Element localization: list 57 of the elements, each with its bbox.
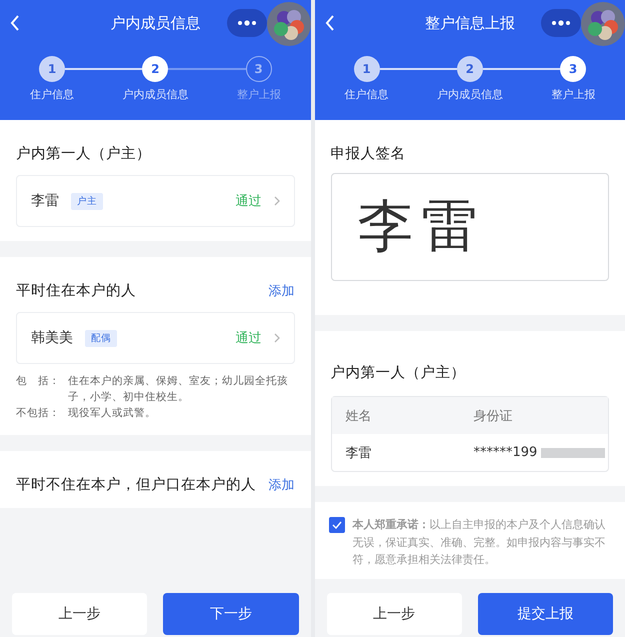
note-text: 住在本户的亲属、保姆、室友；幼儿园全托孩子，小学、初中住校生。	[68, 374, 289, 405]
note-label: 不包括：	[16, 406, 61, 420]
step-number: 3	[560, 56, 586, 82]
app-icon[interactable]	[266, 2, 310, 46]
status-text: 通过	[236, 193, 262, 210]
step-label: 整户上报	[236, 87, 281, 102]
table-cell-text: 李雷	[346, 444, 372, 462]
step-label: 户内成员信息	[122, 87, 188, 102]
step-label: 户内成员信息	[436, 87, 503, 102]
member-card[interactable]: 李雷 户主 通过	[16, 175, 294, 227]
next-button[interactable]: 提交上报	[478, 593, 613, 635]
check-icon	[332, 521, 342, 529]
member-name: 韩美美	[31, 329, 73, 347]
back-button[interactable]: 上一步	[326, 593, 462, 635]
step-number: 3	[246, 56, 272, 82]
more-button[interactable]	[226, 9, 266, 37]
step-label: 住户信息	[30, 87, 74, 102]
section-title: 户内第一人（户主）	[16, 144, 151, 163]
table-cell: ******199	[474, 445, 538, 460]
consent-text: 本人郑重承诺：以上自主申报的本户及个人信息确认无误，保证真实、准确、完整。如申报内容与事实不符，愿意承担相关法律责任。	[352, 517, 606, 568]
section-title: 户内第一人（户主）	[330, 364, 466, 382]
note-label: 包 括：	[16, 374, 61, 389]
step-number: 2	[142, 56, 168, 82]
back-icon[interactable]	[10, 15, 20, 31]
member-name: 李雷	[31, 192, 59, 210]
step-label: 住户信息	[344, 87, 388, 102]
app-icon[interactable]	[581, 2, 625, 46]
role-tag: 户主	[71, 192, 103, 210]
column-header: 身份证	[474, 408, 514, 424]
section-title: 申报人签名	[330, 145, 406, 163]
page-title: 整户信息上报	[424, 14, 515, 32]
back-button[interactable]: 上一步	[12, 593, 148, 635]
add-link[interactable]: 添加	[268, 476, 294, 494]
more-button[interactable]	[541, 9, 581, 37]
checkbox[interactable]	[328, 517, 344, 533]
note-text: 现役军人或武警。	[68, 406, 156, 420]
step-label: 整户上报	[551, 87, 596, 102]
redaction-bar	[541, 448, 606, 458]
chevron-icon	[274, 196, 280, 206]
column-header: 姓名	[346, 408, 372, 424]
back-icon[interactable]	[324, 15, 334, 31]
status-text: 通过	[236, 330, 262, 347]
member-card[interactable]: 韩美美 配偶 通过	[16, 312, 294, 364]
signature-pad[interactable]: 李雷	[330, 173, 609, 281]
section-title: 平时不住在本户，但户口在本户的人	[16, 476, 256, 494]
step-number: 2	[456, 56, 483, 82]
section-title: 平时住在本户的人	[16, 282, 136, 300]
more-icon	[236, 20, 256, 26]
add-link[interactable]: 添加	[268, 282, 294, 300]
step-number: 1	[354, 56, 380, 82]
next-button[interactable]: 下一步	[163, 593, 298, 635]
signature-text: 李雷	[358, 193, 486, 261]
role-tag: 配偶	[85, 330, 117, 346]
step-number: 1	[39, 56, 65, 82]
page-title: 户内成员信息	[110, 14, 200, 32]
chevron-icon	[274, 333, 280, 343]
more-icon	[551, 20, 571, 26]
